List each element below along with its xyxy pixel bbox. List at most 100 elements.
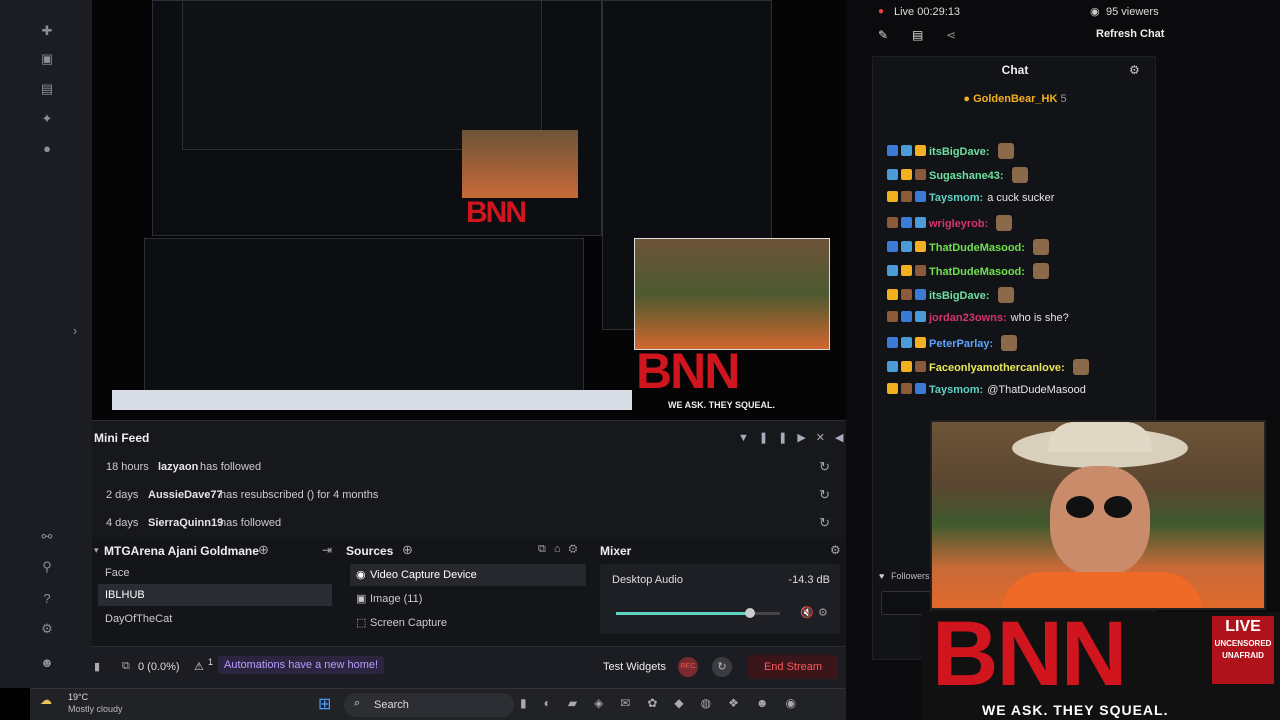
chat-message: Taysmom: @ThatDudeMasood xyxy=(887,383,1086,396)
chat-badge-icon xyxy=(887,361,898,372)
warning-count: 1 xyxy=(208,657,214,667)
chat-message: itsBigDave: xyxy=(887,287,1014,303)
heart-icon: ♥ xyxy=(879,571,885,581)
scene-transition-icon[interactable]: ⇥ xyxy=(322,543,332,557)
stream-preview[interactable]: BNN BNN WE ASK. THEY SQUEAL. xyxy=(92,0,846,420)
chat-badge-icon xyxy=(915,169,926,180)
add-source-icon[interactable]: ⊕ xyxy=(402,542,413,558)
chat-badge-icon xyxy=(915,361,926,372)
viewers-icon: ◉ xyxy=(1090,6,1100,18)
taskbar-search[interactable]: ⌕ Search xyxy=(344,693,514,717)
warning-icon[interactable]: ⚠ xyxy=(194,660,204,673)
windows-start-icon[interactable]: ⊞ xyxy=(318,694,331,714)
mini-feed-controls[interactable]: ▼❚❚▶✕◀ xyxy=(738,431,853,444)
chat-emote-icon xyxy=(1032,263,1049,279)
chat-message: Taysmom: a cuck sucker xyxy=(887,191,1054,204)
replay-icon[interactable]: ↻ xyxy=(819,459,830,475)
help-icon[interactable]: ? xyxy=(38,590,56,608)
chain-icon[interactable]: ⚲ xyxy=(38,558,56,576)
live-dot-icon: ● xyxy=(878,6,885,17)
chat-badge-icon xyxy=(901,217,912,228)
source-item[interactable]: ▣ Image (11) xyxy=(350,588,586,610)
source-item-selected[interactable]: ◉ Video Capture Device xyxy=(350,564,586,586)
rec-button[interactable]: REC xyxy=(678,657,698,677)
weather-temp: 19°C xyxy=(68,692,89,702)
chat-emote-icon xyxy=(996,215,1013,231)
chat-message: wrigleyrob: xyxy=(887,215,1013,231)
weather-desc: Mostly cloudy xyxy=(68,704,123,714)
chat-username[interactable]: wrigleyrob: xyxy=(929,218,988,230)
chat-username[interactable]: ThatDudeMasood: xyxy=(929,242,1025,254)
scene-item-selected[interactable]: IBLHUB xyxy=(98,584,332,606)
chat-username[interactable]: itsBigDave: xyxy=(929,290,990,302)
chat-username[interactable]: itsBigDave: xyxy=(929,146,990,158)
preview-webcam-source[interactable] xyxy=(634,238,830,350)
chat-emote-icon xyxy=(997,287,1014,303)
scene-item[interactable]: Face xyxy=(98,562,332,584)
collapse-chevron-icon[interactable]: › xyxy=(66,322,84,340)
scene-item[interactable]: DayOfTheCat xyxy=(98,608,332,630)
mixer-settings-icon[interactable]: ⚙ xyxy=(830,543,841,557)
left-nav-rail: ✚ ▣ ▤ ✦ ● ⚯ ⚲ ? ⚙ ☻ › xyxy=(0,0,92,688)
replay-icon[interactable]: ↻ xyxy=(819,515,830,531)
volume-slider[interactable] xyxy=(616,608,780,618)
automations-notice[interactable]: Automations have a new home! xyxy=(218,656,385,674)
collapse-icon[interactable]: ▾ xyxy=(94,545,99,556)
pinned-user: GoldenBear_HK xyxy=(973,93,1058,105)
chat-badge-icon xyxy=(915,217,926,228)
chat-emote-icon xyxy=(1011,167,1028,183)
mute-icon[interactable]: 🔇 xyxy=(800,606,814,619)
record-icon[interactable]: ● xyxy=(38,140,56,158)
popout-icon[interactable]: ▤ xyxy=(912,28,923,42)
add-scene-icon[interactable]: ⊕ xyxy=(258,542,269,558)
edit-icon[interactable]: ✎ xyxy=(878,28,888,42)
source-tools-icons[interactable]: ⧉⌂⚙ xyxy=(538,543,585,556)
taskbar-app-icons[interactable]: ▮◐▰◈✉✿◆◍❖☻◉ xyxy=(520,696,813,710)
chat-title: Chat xyxy=(1001,63,1029,77)
chat-emote-icon xyxy=(997,143,1014,159)
store-icon[interactable]: ▣ xyxy=(38,50,56,68)
chat-username[interactable]: Taysmom: xyxy=(929,384,983,396)
sources-title: Sources xyxy=(346,544,394,558)
face xyxy=(1050,466,1150,576)
chat-username[interactable]: jordan23owns: xyxy=(929,312,1007,324)
screen-icon: ⬚ xyxy=(356,617,367,629)
test-widgets-button[interactable]: Test Widgets xyxy=(603,661,666,673)
chat-badge-icon xyxy=(901,145,912,156)
chat-username[interactable]: Faceonlyamothercanlove: xyxy=(929,362,1065,374)
link-icon[interactable]: ⚯ xyxy=(38,528,56,546)
refresh-chat-button[interactable]: Refresh Chat xyxy=(1096,28,1164,40)
chat-username[interactable]: Taysmom: xyxy=(929,192,983,204)
chat-username[interactable]: Sugashane43: xyxy=(929,170,1004,182)
source-item[interactable]: ⬚ Screen Capture xyxy=(350,612,586,634)
camera-icon: ◉ xyxy=(356,569,366,581)
chat-emote-icon xyxy=(1001,335,1018,351)
chat-settings-icon[interactable]: ⚙ xyxy=(1129,63,1140,77)
channel-settings-icon[interactable]: ⚙ xyxy=(818,606,828,619)
bnn-overlay: BNN LIVE UNCENSORED UNAFRAID WE ASK. THE… xyxy=(922,608,1280,720)
layers-icon[interactable]: ▤ xyxy=(38,80,56,98)
chat-username[interactable]: ThatDudeMasood: xyxy=(929,266,1025,278)
chat-username[interactable]: PeterParlay: xyxy=(929,338,993,350)
end-stream-button[interactable]: End Stream xyxy=(748,655,838,679)
coin-icon: ● xyxy=(963,93,971,105)
settings-icon[interactable]: ⚙ xyxy=(38,620,56,638)
live-badge: LIVE UNCENSORED UNAFRAID xyxy=(1212,616,1274,684)
tools-icon[interactable]: ✚ xyxy=(38,22,56,40)
chat-badge-icon xyxy=(901,361,912,372)
stats-icon[interactable]: ▮ xyxy=(94,660,100,673)
nested-dock-area xyxy=(144,238,584,394)
share-icon[interactable]: ⋖ xyxy=(946,28,956,42)
nested-bnn-logo: BNN xyxy=(466,196,527,229)
chat-message: Sugashane43: xyxy=(887,167,1028,183)
profile-icon[interactable]: ☻ xyxy=(38,654,56,672)
bnn-tagline: WE ASK. THEY SQUEAL. xyxy=(982,702,1169,718)
dropped-frames: 0 (0.0%) xyxy=(138,661,180,673)
volume-knob[interactable] xyxy=(745,608,756,618)
replay-icon[interactable]: ↻ xyxy=(819,487,830,503)
chat-badge-icon xyxy=(887,383,898,394)
magic-icon[interactable]: ✦ xyxy=(38,110,56,128)
replay-buffer-button[interactable]: ↻ xyxy=(712,657,732,677)
chat-badge-icon xyxy=(901,383,912,394)
image-icon: ▣ xyxy=(356,593,367,605)
